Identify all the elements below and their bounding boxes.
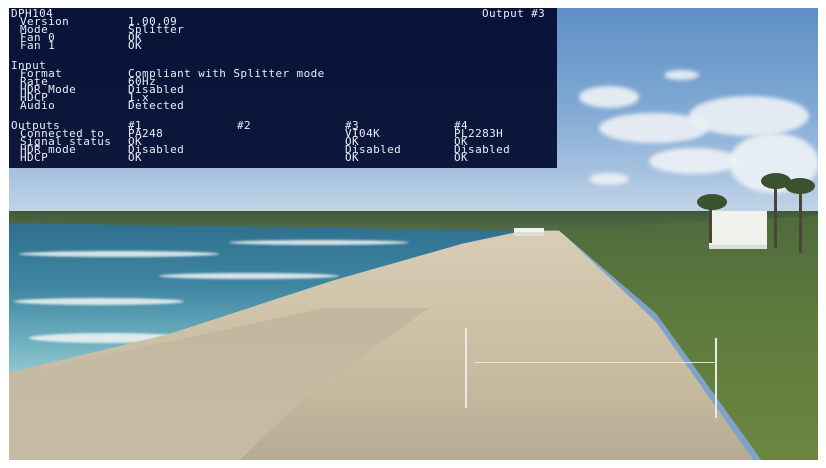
osd-status-panel: DPH104 Output #3 Version 1.00.09 Mode Sp… bbox=[9, 8, 557, 168]
input-format-value: Compliant with Splitter mode bbox=[128, 67, 325, 80]
cloud bbox=[649, 148, 739, 174]
palm-crown bbox=[697, 194, 727, 210]
cloud bbox=[589, 173, 629, 185]
hdcp-output-1: OK bbox=[128, 151, 143, 164]
cloud bbox=[689, 96, 809, 136]
white-building bbox=[514, 228, 544, 236]
input-audio-value: Detected bbox=[128, 99, 185, 112]
output-indicator: Output #3 bbox=[482, 7, 546, 20]
cloud bbox=[579, 86, 639, 108]
net-pole bbox=[465, 328, 467, 408]
hdcp-label: HDCP bbox=[20, 151, 49, 164]
wave-foam bbox=[14, 298, 184, 305]
cloud bbox=[664, 70, 699, 80]
wave-foam bbox=[19, 251, 219, 257]
fan1-value: OK bbox=[128, 39, 143, 52]
volleyball-net bbox=[475, 362, 715, 363]
white-building bbox=[709, 211, 767, 249]
palm-crown bbox=[785, 178, 815, 194]
output-column-2: #2 bbox=[237, 119, 252, 132]
fan1-label: Fan 1 bbox=[20, 39, 56, 52]
input-audio-label: Audio bbox=[20, 99, 56, 112]
hdcp-output-4: OK bbox=[454, 151, 469, 164]
net-pole bbox=[715, 338, 717, 418]
wave-foam bbox=[159, 273, 339, 279]
wave-foam bbox=[229, 240, 409, 245]
hdcp-output-3: OK bbox=[345, 151, 360, 164]
